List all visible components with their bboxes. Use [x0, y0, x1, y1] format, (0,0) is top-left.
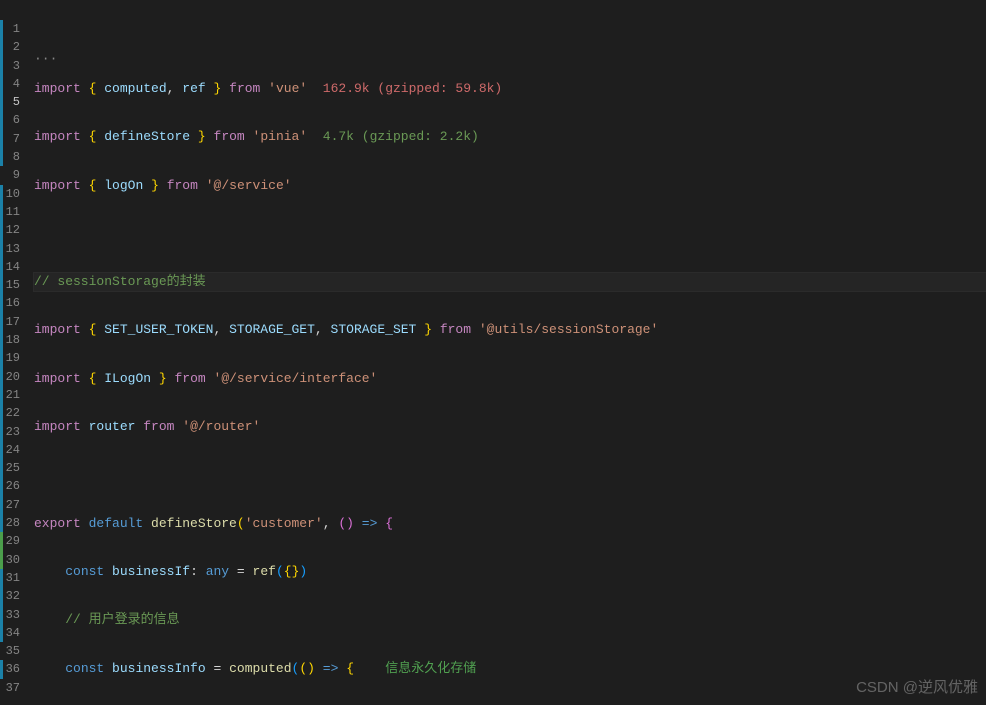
- line-number-gutter: 1 2 3 4 5 6 7 8 9 10 11 12 13 14 15 16 1…: [0, 0, 28, 705]
- fold-dots[interactable]: ···: [34, 50, 986, 68]
- watermark: CSDN @逆风优雅: [856, 676, 978, 697]
- code-editor[interactable]: 1 2 3 4 5 6 7 8 9 10 11 12 13 14 15 16 1…: [0, 0, 986, 705]
- code-content[interactable]: ··· import { computed, ref } from 'vue' …: [28, 0, 986, 705]
